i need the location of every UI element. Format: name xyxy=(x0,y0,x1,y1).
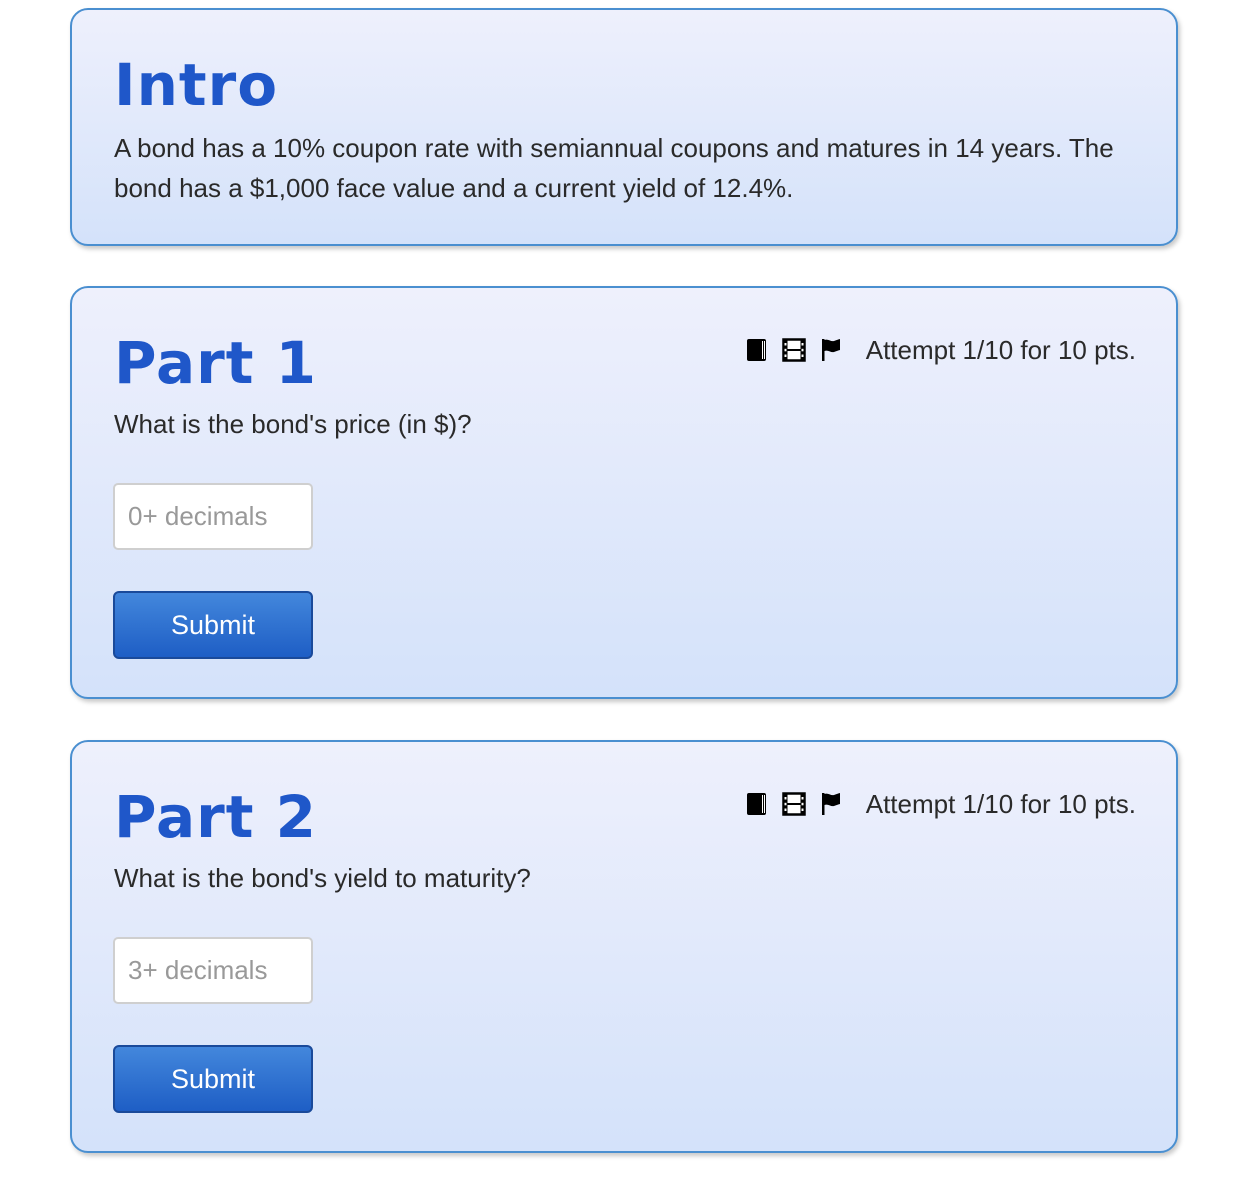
part-2-answer-input[interactable] xyxy=(113,937,313,1004)
part-1-submit-button[interactable]: Submit xyxy=(113,591,313,659)
part-2-submit-button[interactable]: Submit xyxy=(113,1045,313,1113)
part-1-title: Part 1 xyxy=(114,329,317,397)
part-1-question: What is the bond's price (in $)? xyxy=(114,409,472,439)
part-2-title: Part 2 xyxy=(114,783,317,851)
attempt-info: Attempt 1/10 for 10 pts. xyxy=(865,788,1136,819)
flag-icon[interactable] xyxy=(820,338,842,362)
part-1-card: Part 1 Attempt 1/10 for 10 pts. What is … xyxy=(70,286,1178,699)
book-icon[interactable] xyxy=(746,792,768,816)
book-icon[interactable] xyxy=(746,338,768,362)
attempt-info: Attempt 1/10 for 10 pts. xyxy=(865,334,1136,365)
part-2-toolbar: Attempt 1/10 for 10 pts. xyxy=(746,786,1136,822)
intro-text: A bond has a 10% coupon rate with semian… xyxy=(114,133,1114,203)
film-icon[interactable] xyxy=(781,338,806,362)
intro-card: Intro A bond has a 10% coupon rate with … xyxy=(70,8,1178,246)
film-icon[interactable] xyxy=(781,792,806,816)
part-2-card: Part 2 Attempt 1/10 for 10 pts. What is … xyxy=(70,740,1178,1153)
part-1-answer-input[interactable] xyxy=(113,483,313,550)
part-2-question: What is the bond's yield to maturity? xyxy=(114,863,531,893)
flag-icon[interactable] xyxy=(820,792,842,816)
intro-title: Intro xyxy=(114,51,279,119)
part-1-toolbar: Attempt 1/10 for 10 pts. xyxy=(746,332,1136,368)
